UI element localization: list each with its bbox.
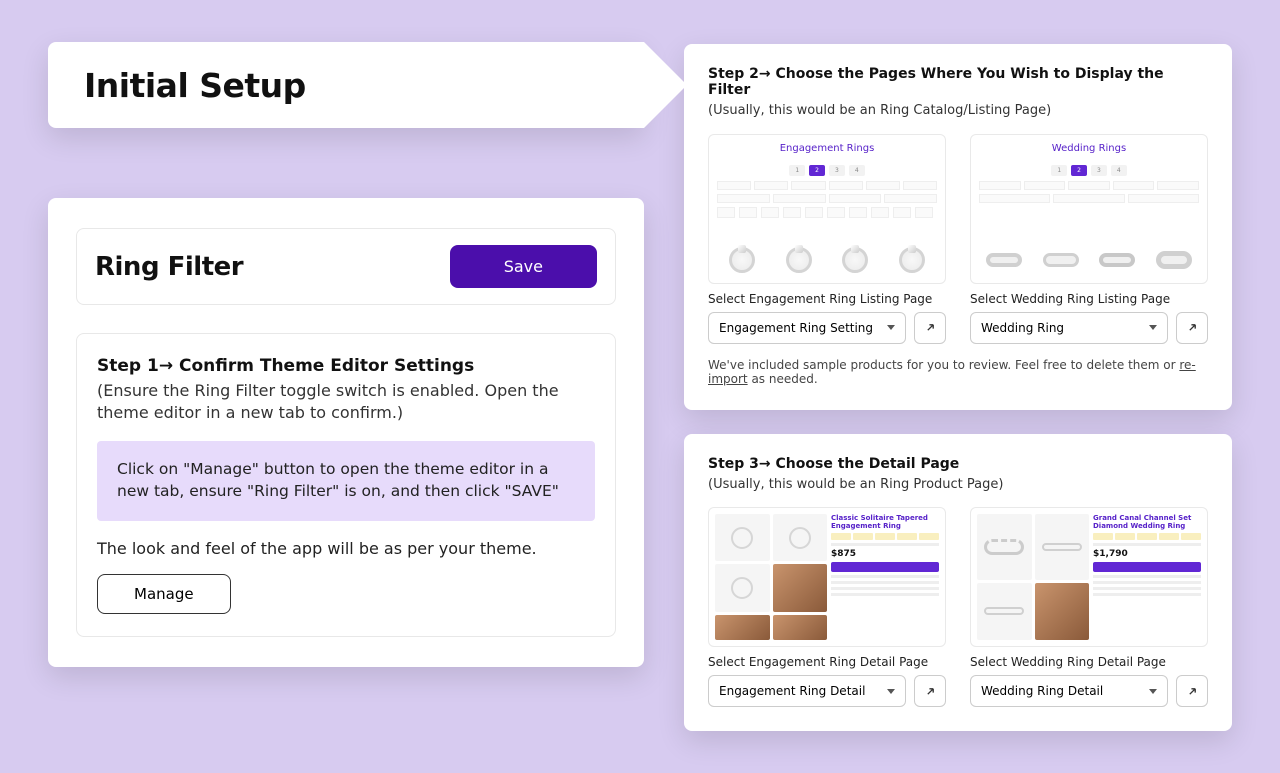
wedding-listing-preview: Wedding Rings 1234	[970, 134, 1208, 284]
page-title-arrow: Initial Setup	[48, 42, 644, 128]
step1-subtitle: (Ensure the Ring Filter toggle switch is…	[97, 380, 595, 423]
step1-body: Step 1→ Confirm Theme Editor Settings (E…	[76, 333, 616, 637]
wedding-detail-preview: Grand Canal Channel Set Diamond Wedding …	[970, 507, 1208, 647]
engagement-listing-preview: Engagement Rings 1234	[708, 134, 946, 284]
external-link-icon	[924, 685, 937, 698]
engagement-detail-preview: Classic Solitaire Tapered Engagement Rin…	[708, 507, 946, 647]
save-button[interactable]: Save	[450, 245, 597, 288]
wedding-detail-select[interactable]: Wedding Ring Detail	[970, 675, 1168, 707]
open-external-button[interactable]	[1176, 675, 1208, 707]
engagement-detail-label: Select Engagement Ring Detail Page	[708, 655, 946, 669]
manage-button[interactable]: Manage	[97, 574, 231, 614]
wedding-listing-select[interactable]: Wedding Ring	[970, 312, 1168, 344]
step1-title: Step 1→ Confirm Theme Editor Settings	[97, 356, 595, 376]
engagement-listing-select[interactable]: Engagement Ring Setting	[708, 312, 906, 344]
page-title: Initial Setup	[84, 66, 306, 105]
chevron-down-icon	[1149, 689, 1157, 694]
external-link-icon	[1186, 685, 1199, 698]
open-external-button[interactable]	[914, 312, 946, 344]
step2-title: Step 2→ Choose the Pages Where You Wish …	[708, 66, 1208, 98]
external-link-icon	[924, 321, 937, 334]
step3-subtitle: (Usually, this would be an Ring Product …	[708, 476, 1208, 494]
engagement-detail-select[interactable]: Engagement Ring Detail	[708, 675, 906, 707]
step2-subtitle: (Usually, this would be an Ring Catalog/…	[708, 102, 1208, 120]
open-external-button[interactable]	[1176, 312, 1208, 344]
chevron-down-icon	[1149, 325, 1157, 330]
chevron-down-icon	[887, 325, 895, 330]
wedding-listing-label: Select Wedding Ring Listing Page	[970, 292, 1208, 306]
step2-note: We've included sample products for you t…	[708, 358, 1208, 386]
chevron-down-icon	[887, 689, 895, 694]
wedding-detail-label: Select Wedding Ring Detail Page	[970, 655, 1208, 669]
ring-filter-heading: Ring Filter	[95, 252, 243, 282]
step2-card: Step 2→ Choose the Pages Where You Wish …	[684, 44, 1232, 410]
step3-card: Step 3→ Choose the Detail Page (Usually,…	[684, 434, 1232, 732]
open-external-button[interactable]	[914, 675, 946, 707]
external-link-icon	[1186, 321, 1199, 334]
step1-card: Ring Filter Save Step 1→ Confirm Theme E…	[48, 198, 644, 667]
engagement-listing-label: Select Engagement Ring Listing Page	[708, 292, 946, 306]
step1-look-text: The look and feel of the app will be as …	[97, 539, 595, 558]
step3-title: Step 3→ Choose the Detail Page	[708, 456, 1208, 472]
step1-header-row: Ring Filter Save	[76, 228, 616, 305]
step1-hint: Click on "Manage" button to open the the…	[97, 441, 595, 520]
